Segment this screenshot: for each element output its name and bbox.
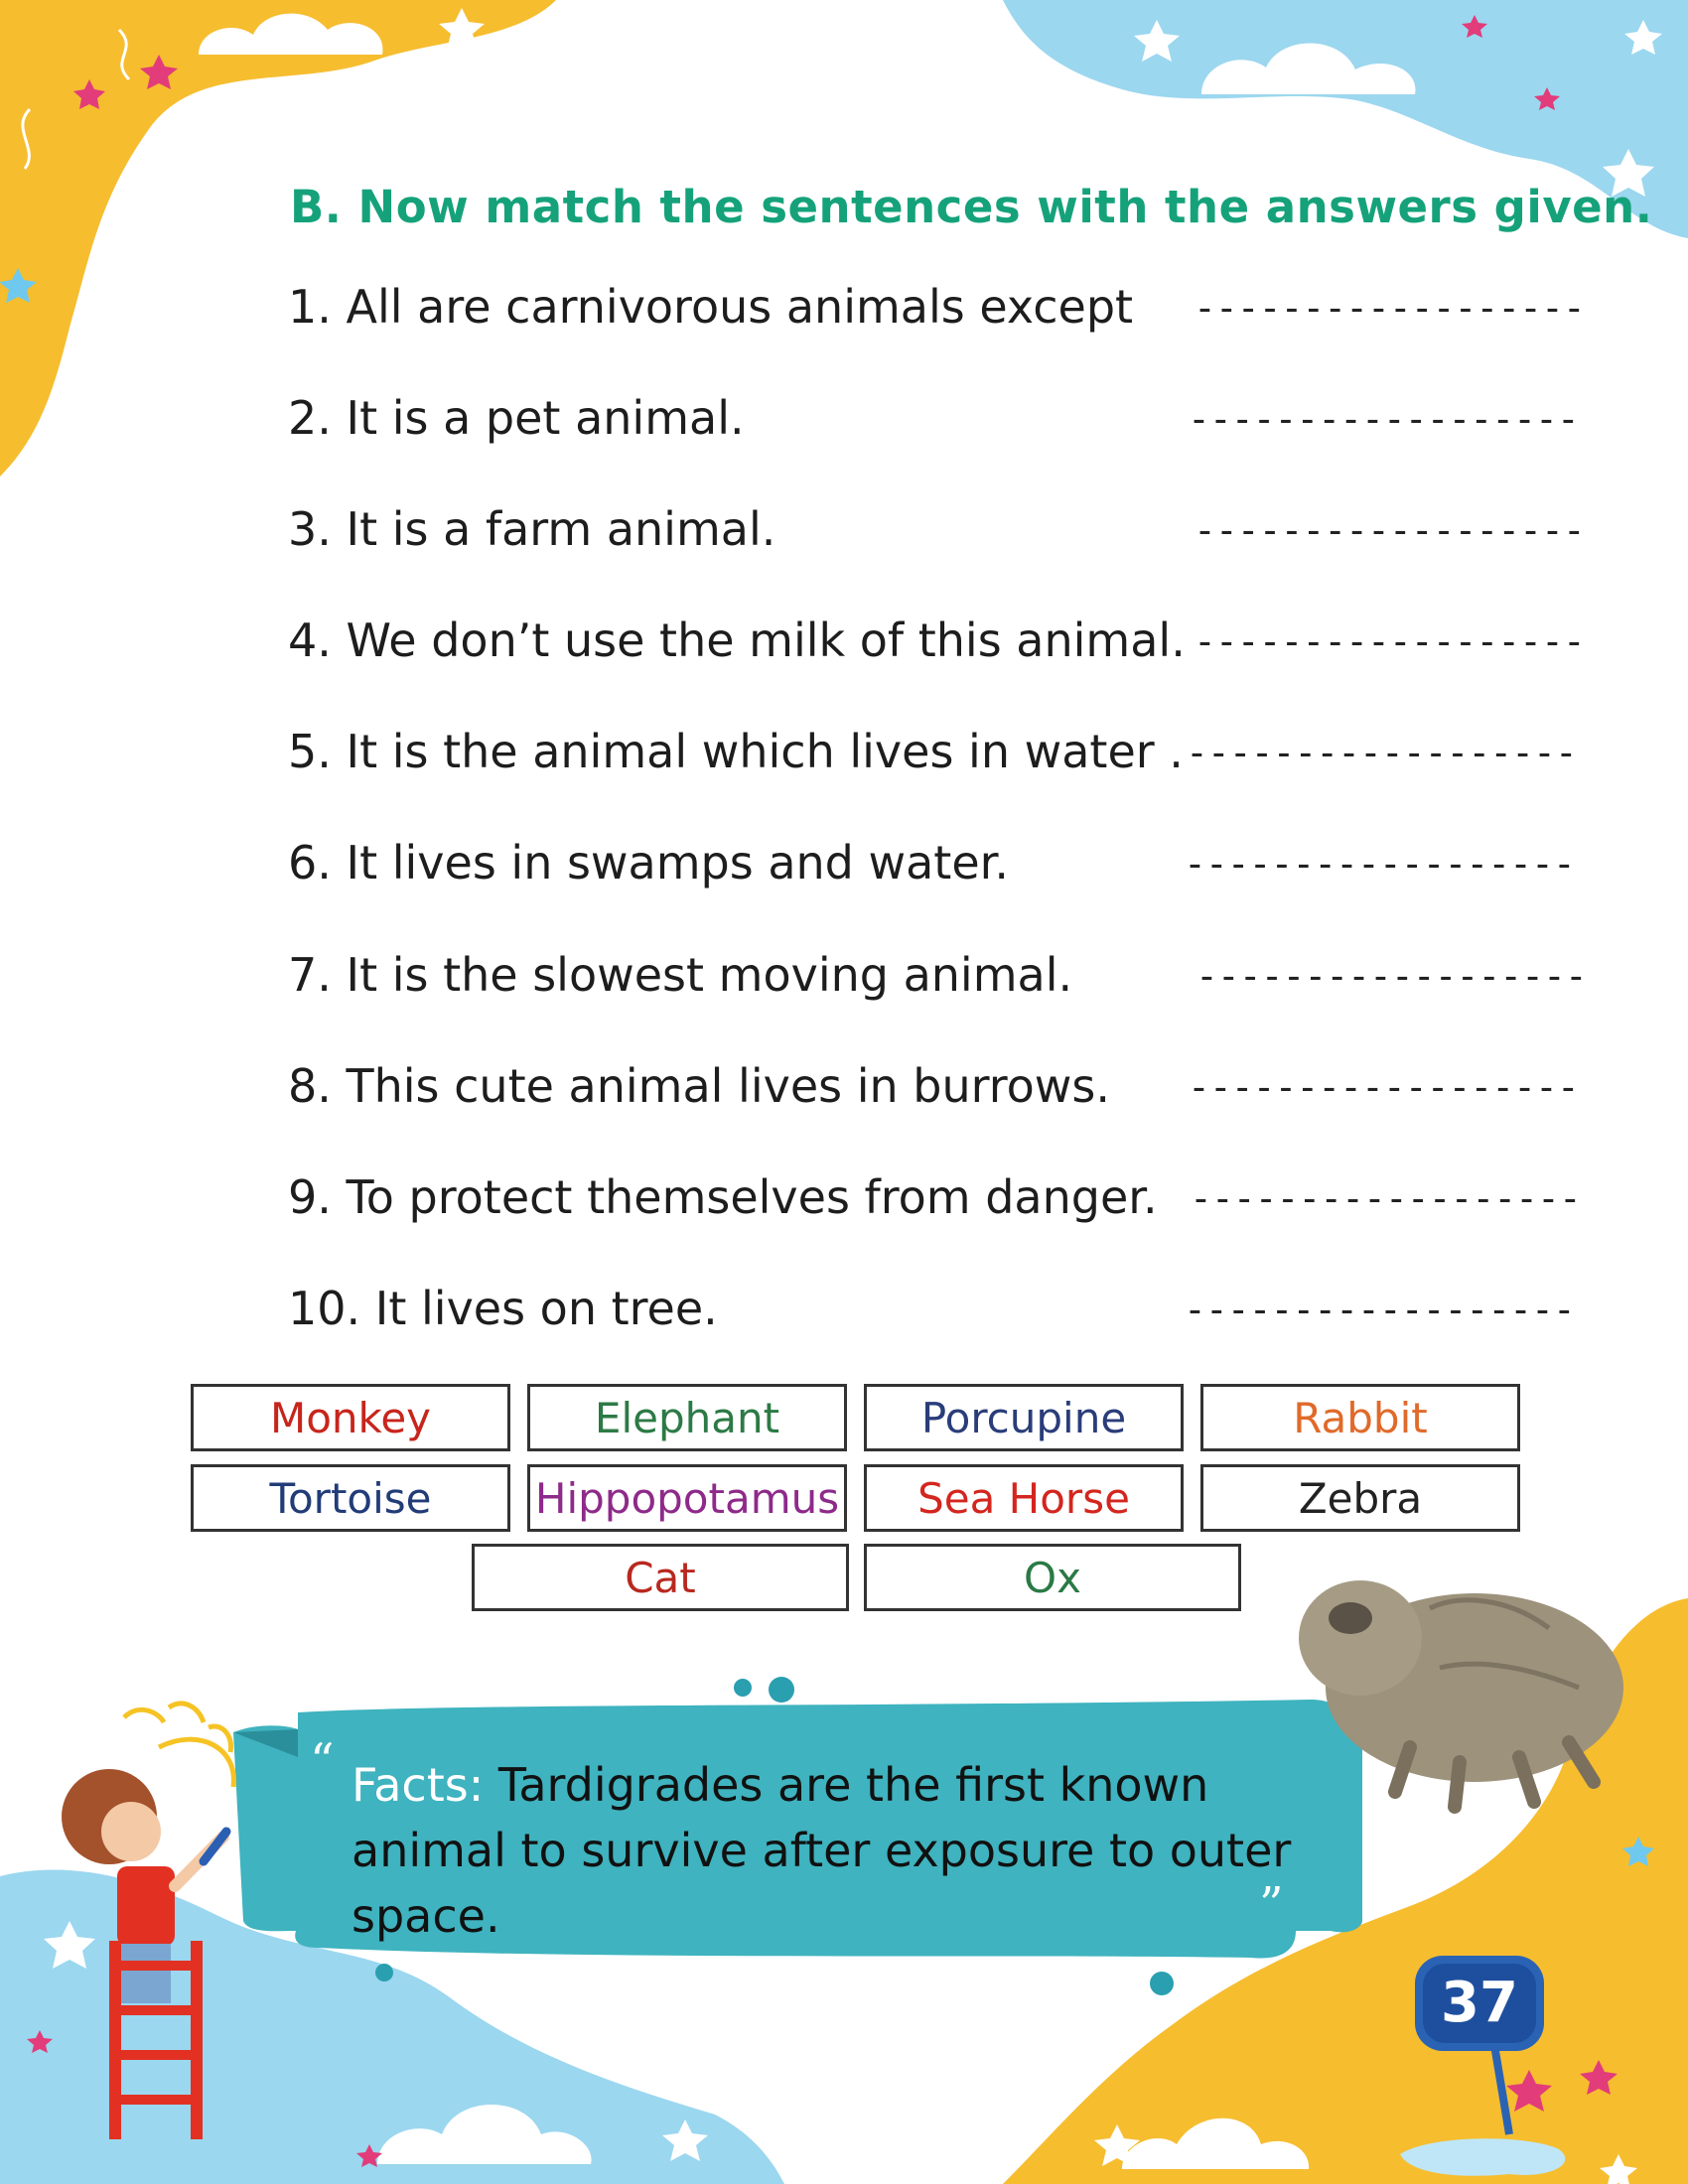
word-box-elephant[interactable]: Elephant	[527, 1384, 847, 1451]
fact-body: Tardigrades are the first known animal t…	[352, 1758, 1292, 1943]
page-number: 37	[1441, 1971, 1518, 2035]
banner-dot	[734, 1679, 752, 1697]
question-text: 10. It lives on tree.	[288, 1282, 718, 1335]
question-row-7: 7. It is the slowest moving animal. ----…	[288, 948, 1588, 1008]
word-label: Sea Horse	[917, 1473, 1130, 1523]
word-box-tortoise[interactable]: Tortoise	[191, 1464, 510, 1532]
word-label: Porcupine	[920, 1393, 1127, 1442]
word-box-zebra[interactable]: Zebra	[1200, 1464, 1520, 1532]
question-text: 8. This cute animal lives in burrows.	[288, 1059, 1110, 1113]
question-text: 5. It is the animal which lives in water…	[288, 725, 1184, 778]
word-label: Elephant	[594, 1393, 780, 1442]
answer-blank[interactable]: ------------------	[1194, 508, 1586, 552]
answer-blank[interactable]: ------------------	[1188, 397, 1580, 441]
question-row-6: 6. It lives in swamps and water. -------…	[288, 836, 1576, 895]
word-box-rabbit[interactable]: Rabbit	[1200, 1384, 1520, 1451]
word-label: Zebra	[1298, 1473, 1423, 1523]
answer-blank[interactable]: ------------------	[1194, 286, 1586, 330]
question-text: 1. All are carnivorous animals except	[288, 280, 1134, 334]
question-row-9: 9. To protect themselves from danger. --…	[288, 1170, 1582, 1230]
word-label: Monkey	[269, 1393, 432, 1442]
answer-blank[interactable]: ------------------	[1184, 1288, 1576, 1331]
answer-blank[interactable]: ------------------	[1190, 1176, 1582, 1220]
fact-text: Facts: Tardigrades are the first known a…	[352, 1752, 1354, 1949]
question-row-10: 10. It lives on tree. ------------------	[288, 1282, 1576, 1341]
answer-blank[interactable]: ------------------	[1196, 954, 1588, 998]
answer-blank[interactable]: ------------------	[1184, 842, 1576, 886]
fact-label: Facts:	[352, 1758, 485, 1812]
question-text: 7. It is the slowest moving animal.	[288, 948, 1073, 1002]
question-row-3: 3. It is a farm animal. ----------------…	[288, 502, 1586, 562]
question-row-4: 4. We don’t use the milk of this animal.…	[288, 614, 1586, 673]
word-label: Tortoise	[269, 1473, 432, 1523]
question-text: 2. It is a pet animal.	[288, 391, 745, 445]
word-box-sea-horse[interactable]: Sea Horse	[864, 1464, 1184, 1532]
word-box-hippopotamus[interactable]: Hippopotamus	[527, 1464, 847, 1532]
word-box-cat[interactable]: Cat	[472, 1544, 849, 1611]
word-label: Ox	[1024, 1553, 1081, 1602]
question-text: 4. We don’t use the milk of this animal.	[288, 614, 1186, 667]
word-label: Cat	[625, 1553, 696, 1602]
question-row-1: 1. All are carnivorous animals except --…	[288, 280, 1586, 340]
word-box-ox[interactable]: Ox	[864, 1544, 1241, 1611]
answer-blank[interactable]: ------------------	[1194, 619, 1586, 663]
section-title: B. Now match the sentences with the answ…	[290, 181, 1653, 233]
banner-dot	[769, 1677, 794, 1703]
open-quote-icon: “	[310, 1733, 335, 1789]
question-text: 9. To protect themselves from danger.	[288, 1170, 1158, 1224]
banner-dot	[1150, 1972, 1174, 1995]
answer-blank[interactable]: ------------------	[1186, 731, 1578, 774]
question-row-8: 8. This cute animal lives in burrows. --…	[288, 1059, 1580, 1119]
word-box-monkey[interactable]: Monkey	[191, 1384, 510, 1451]
word-label: Hippopotamus	[534, 1473, 840, 1523]
banner-dot	[375, 1964, 393, 1981]
question-text: 3. It is a farm animal.	[288, 502, 776, 556]
question-row-5: 5. It is the animal which lives in water…	[288, 725, 1578, 784]
word-label: Rabbit	[1293, 1393, 1428, 1442]
question-text: 6. It lives in swamps and water.	[288, 836, 1009, 889]
question-row-2: 2. It is a pet animal. -----------------…	[288, 391, 1580, 451]
answer-blank[interactable]: ------------------	[1188, 1065, 1580, 1109]
word-box-porcupine[interactable]: Porcupine	[864, 1384, 1184, 1451]
